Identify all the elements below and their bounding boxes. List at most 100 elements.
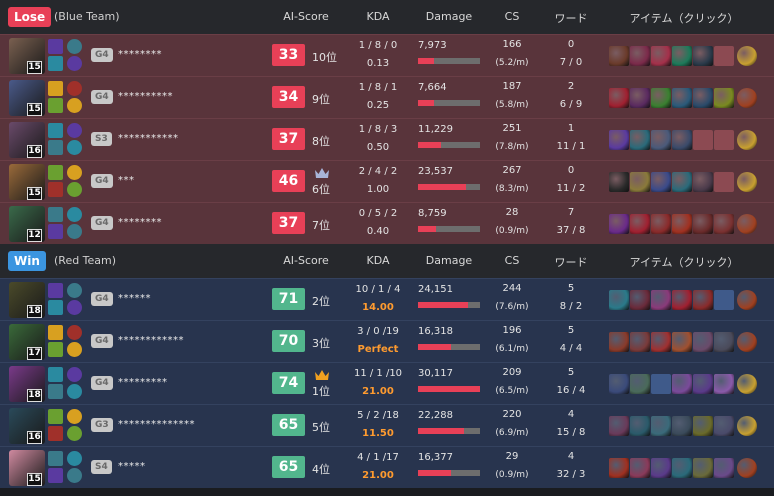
summoner-spell-icon[interactable] [48,367,63,382]
player-row[interactable]: 18 G4 ****** 71 2位 10 / 1 / 4 14.00 24,151 244 (7… [0,278,774,320]
summoner-spell-icon[interactable] [48,165,63,180]
item-icon[interactable] [651,172,671,192]
player-row[interactable]: 18 G4 ********* 74 1位 11 / 1 /10 21.00 30,117 20… [0,362,774,404]
summoner-spell-icon[interactable] [48,300,63,315]
item-icon[interactable] [630,172,650,192]
summoner-spell-icon[interactable] [48,451,63,466]
trinket-icon[interactable] [737,88,757,108]
item-icon[interactable] [630,332,650,352]
player-row[interactable]: 15 G4 *** 46 6位 2 / 4 / 2 1.00 23,537 267 (8.3/m)… [0,160,774,202]
player-row[interactable]: 12 G4 ******** 37 7位 0 / 5 / 2 0.40 8,759 28 (0.9… [0,202,774,244]
summoner-spell-icon[interactable] [48,384,63,399]
rune-icon[interactable] [67,384,82,399]
trinket-icon[interactable] [737,374,757,394]
rune-icon[interactable] [67,224,82,239]
item-icon[interactable] [651,458,671,478]
item-icon[interactable] [609,374,629,394]
player-name[interactable]: ************ [118,335,184,346]
item-icon[interactable] [609,130,629,150]
player-name[interactable]: ********** [118,91,173,102]
rune-icon[interactable] [67,39,82,54]
item-icon[interactable] [672,172,692,192]
item-icon[interactable] [651,46,671,66]
empty-item-slot[interactable] [714,130,734,150]
item-icon[interactable] [714,332,734,352]
empty-item-slot[interactable] [714,290,734,310]
summoner-spell-icon[interactable] [48,182,63,197]
item-icon[interactable] [630,88,650,108]
item-icon[interactable] [714,416,734,436]
rune-icon[interactable] [67,367,82,382]
item-icon[interactable] [609,172,629,192]
summoner-spell-icon[interactable] [48,468,63,483]
player-row[interactable]: 17 G4 ************ 70 3位 3 / 0 /19 Perfect 16,3… [0,320,774,362]
item-icon[interactable] [672,214,692,234]
item-icon[interactable] [630,130,650,150]
empty-item-slot[interactable] [714,46,734,66]
trinket-icon[interactable] [737,172,757,192]
item-icon[interactable] [672,416,692,436]
trinket-icon[interactable] [737,416,757,436]
trinket-icon[interactable] [737,46,757,66]
player-name[interactable]: ******** [118,49,162,60]
item-icon[interactable] [609,332,629,352]
summoner-spell-icon[interactable] [48,140,63,155]
item-icon[interactable] [714,374,734,394]
item-icon[interactable] [672,374,692,394]
item-icon[interactable] [609,458,629,478]
player-name[interactable]: ******** [118,217,162,228]
trinket-icon[interactable] [737,332,757,352]
rune-icon[interactable] [67,426,82,441]
summoner-spell-icon[interactable] [48,342,63,357]
rune-icon[interactable] [67,165,82,180]
item-icon[interactable] [630,416,650,436]
player-name[interactable]: ***** [118,461,146,472]
item-icon[interactable] [609,88,629,108]
rune-icon[interactable] [67,81,82,96]
player-name[interactable]: *********** [118,133,179,144]
item-icon[interactable] [672,46,692,66]
player-row[interactable]: 15 G4 ******** 33 10位 1 / 8 / 0 0.13 7,973 166 (5… [0,34,774,76]
rune-icon[interactable] [67,140,82,155]
summoner-spell-icon[interactable] [48,283,63,298]
item-icon[interactable] [714,214,734,234]
item-icon[interactable] [693,290,713,310]
item-icon[interactable] [714,458,734,478]
empty-item-slot[interactable] [714,172,734,192]
summoner-spell-icon[interactable] [48,426,63,441]
item-icon[interactable] [672,458,692,478]
trinket-icon[interactable] [737,214,757,234]
item-icon[interactable] [630,290,650,310]
empty-item-slot[interactable] [693,130,713,150]
rune-icon[interactable] [67,283,82,298]
trinket-icon[interactable] [737,290,757,310]
item-icon[interactable] [693,416,713,436]
item-icon[interactable] [651,214,671,234]
item-icon[interactable] [609,46,629,66]
player-name[interactable]: ********* [118,377,168,388]
item-icon[interactable] [651,332,671,352]
summoner-spell-icon[interactable] [48,81,63,96]
item-icon[interactable] [693,172,713,192]
item-icon[interactable] [672,130,692,150]
item-icon[interactable] [672,332,692,352]
item-icon[interactable] [693,88,713,108]
item-icon[interactable] [630,374,650,394]
rune-icon[interactable] [67,207,82,222]
item-icon[interactable] [672,290,692,310]
item-icon[interactable] [651,130,671,150]
player-name[interactable]: ************** [118,419,195,430]
item-icon[interactable] [693,332,713,352]
rune-icon[interactable] [67,468,82,483]
item-icon[interactable] [672,88,692,108]
item-icon[interactable] [630,46,650,66]
item-icon[interactable] [630,458,650,478]
empty-item-slot[interactable] [651,374,671,394]
rune-icon[interactable] [67,342,82,357]
player-row[interactable]: 15 S4 ***** 65 4位 4 / 1 /17 21.00 16,377 29 (0.9/… [0,446,774,488]
item-icon[interactable] [651,88,671,108]
summoner-spell-icon[interactable] [48,409,63,424]
summoner-spell-icon[interactable] [48,98,63,113]
rune-icon[interactable] [67,409,82,424]
player-row[interactable]: 16 S3 *********** 37 8位 1 / 8 / 3 0.50 11,229 25… [0,118,774,160]
